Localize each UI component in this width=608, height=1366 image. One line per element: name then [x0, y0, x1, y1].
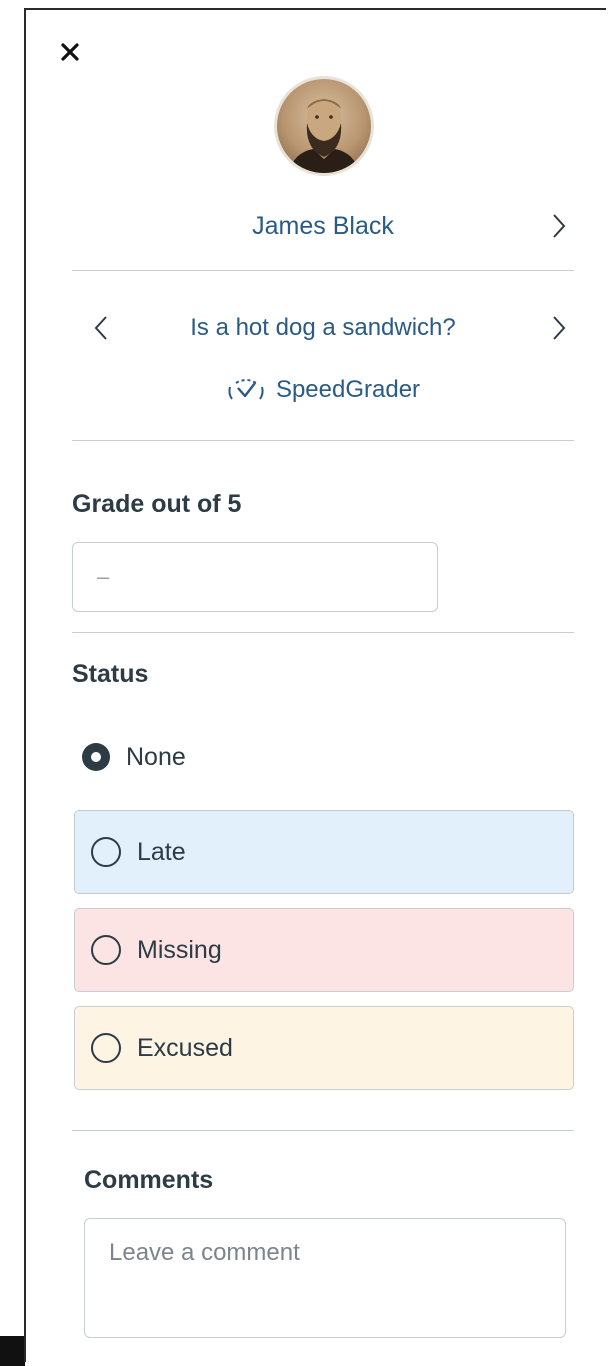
divider	[72, 440, 574, 441]
comments-heading: Comments	[84, 1166, 214, 1194]
status-option-missing[interactable]: Missing	[74, 908, 574, 992]
status-option-label: Missing	[137, 935, 222, 964]
close-icon	[61, 43, 79, 61]
grade-heading: Grade out of 5	[72, 490, 242, 518]
status-option-label: Excused	[137, 1033, 233, 1062]
speedgrader-icon	[228, 379, 264, 400]
status-option-late[interactable]: Late	[74, 810, 574, 894]
student-grade-tray: James Black Is a hot dog a sandwich? Spe…	[24, 8, 606, 1362]
student-navigation: James Black	[72, 206, 574, 246]
status-option-excused[interactable]: Excused	[74, 1006, 574, 1090]
student-avatar	[274, 76, 374, 176]
speedgrader-link[interactable]: SpeedGrader	[72, 370, 574, 410]
comment-input[interactable]	[84, 1218, 566, 1338]
status-option-label: None	[126, 742, 186, 771]
radio-unselected[interactable]	[91, 837, 121, 867]
window-corner	[0, 1336, 25, 1366]
chevron-right-icon	[553, 214, 566, 238]
radio-unselected[interactable]	[91, 935, 121, 965]
radio-unselected[interactable]	[91, 1033, 121, 1063]
grade-input[interactable]	[72, 542, 438, 612]
assignment-navigation: Is a hot dog a sandwich?	[72, 308, 574, 348]
divider	[72, 270, 574, 271]
next-student-button[interactable]	[544, 210, 574, 242]
status-option-none[interactable]: None	[82, 732, 186, 782]
student-portrait	[289, 98, 359, 173]
status-heading: Status	[72, 660, 149, 688]
previous-assignment-button[interactable]	[86, 312, 116, 344]
chevron-left-icon	[94, 316, 107, 340]
assignment-title-link[interactable]: Is a hot dog a sandwich?	[190, 314, 456, 342]
divider	[72, 632, 574, 633]
status-option-label: Late	[137, 837, 186, 866]
radio-selected[interactable]	[82, 743, 110, 771]
close-button[interactable]	[56, 38, 84, 66]
speedgrader-label: SpeedGrader	[275, 376, 421, 403]
chevron-right-icon	[553, 316, 566, 340]
student-name-link[interactable]: James Black	[252, 212, 394, 241]
divider	[72, 1130, 574, 1131]
next-assignment-button[interactable]	[544, 312, 574, 344]
